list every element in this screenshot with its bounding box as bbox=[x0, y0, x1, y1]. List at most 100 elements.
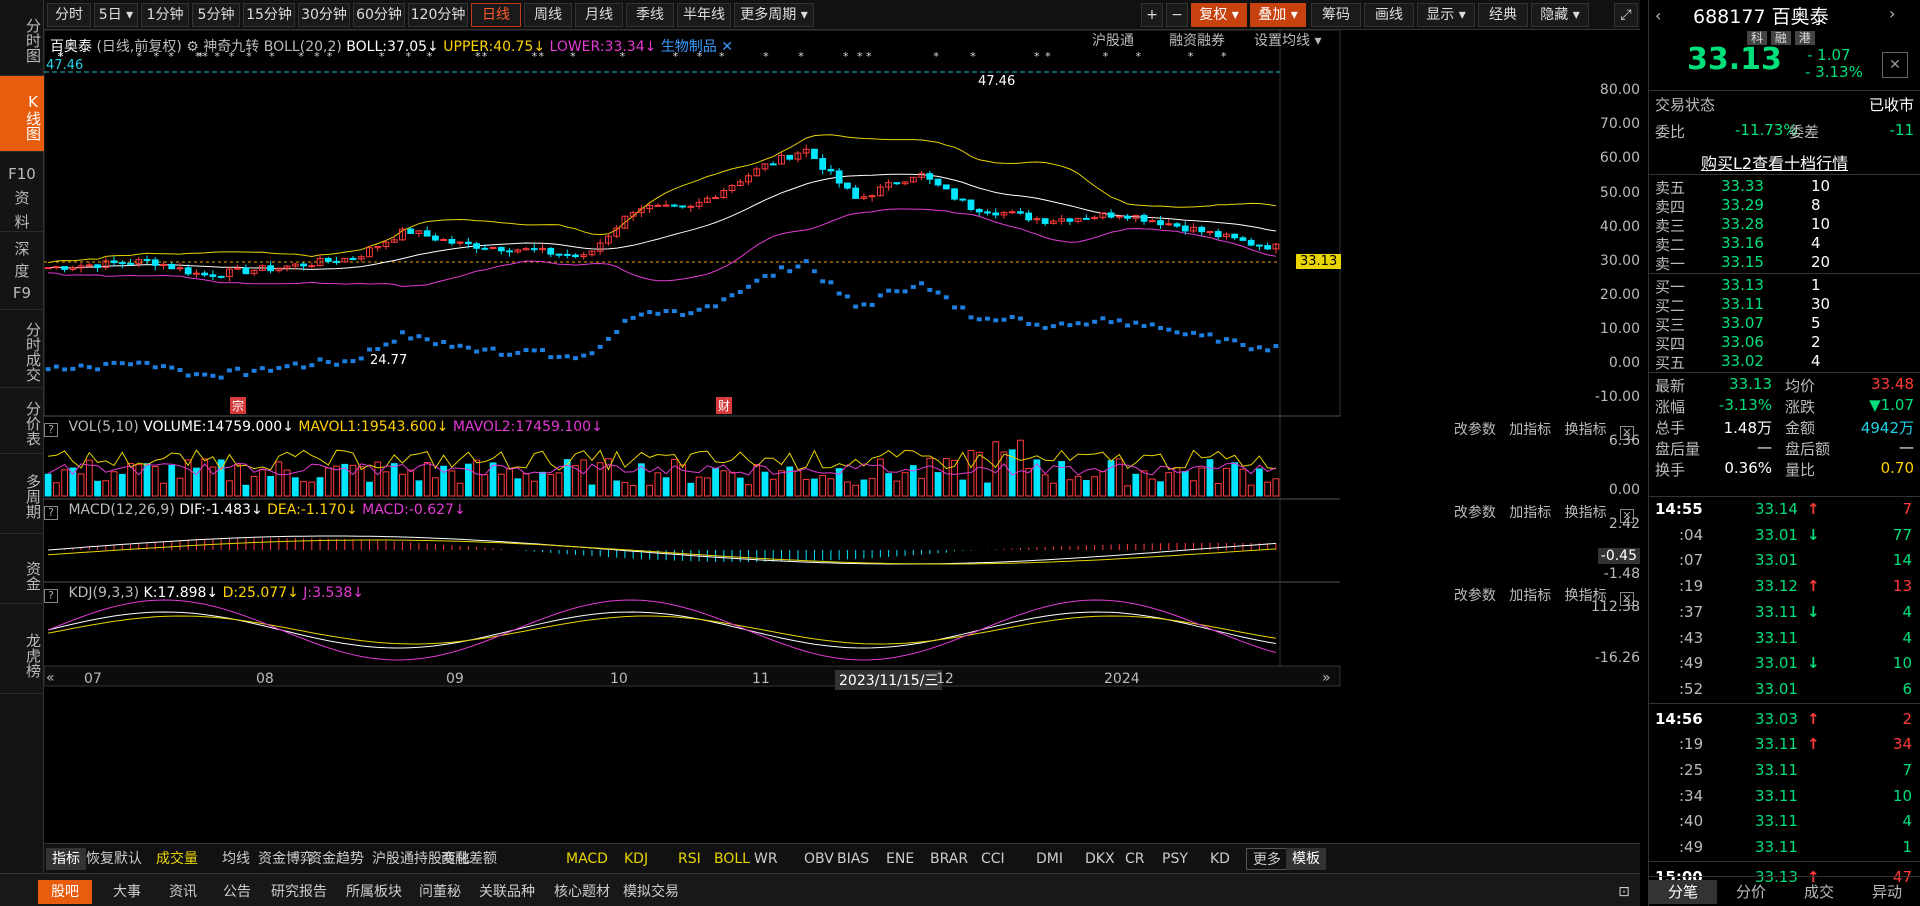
margin-link[interactable]: 融资融券 bbox=[1169, 30, 1225, 50]
bottom-tab[interactable]: 公告 bbox=[214, 880, 260, 904]
macd-edit-params[interactable]: 改参数 bbox=[1454, 505, 1496, 521]
indicator-tab[interactable]: 均线 bbox=[222, 848, 250, 870]
indicator-tab[interactable]: ENE bbox=[886, 848, 914, 870]
indicator-tab[interactable]: MACD bbox=[566, 848, 608, 870]
period-60min[interactable]: 60分钟 bbox=[353, 3, 405, 27]
indicator-tab[interactable]: OBV bbox=[804, 848, 834, 870]
indicator-tab[interactable]: BRAR bbox=[930, 848, 968, 870]
macd-change-indicator[interactable]: 换指标 bbox=[1565, 505, 1607, 521]
period-15min[interactable]: 15分钟 bbox=[243, 3, 295, 27]
kdj-add-indicator[interactable]: 加指标 bbox=[1509, 588, 1551, 604]
display-button[interactable]: 显示 ▾ bbox=[1417, 3, 1475, 27]
bottom-tab[interactable]: 关联品种 bbox=[470, 880, 544, 904]
tool-label[interactable]: 神奇九转 bbox=[203, 39, 259, 55]
period-more[interactable]: 更多周期 ▾ bbox=[734, 3, 814, 27]
indicator-tab[interactable]: BIAS bbox=[837, 848, 869, 870]
vol-edit-params[interactable]: 改参数 bbox=[1454, 422, 1496, 438]
nav-dragon-tiger[interactable]: 龙虎榜 bbox=[0, 604, 44, 694]
period-weekly[interactable]: 周线 bbox=[524, 3, 572, 27]
bottom-tab[interactable]: 研究报告 bbox=[262, 880, 336, 904]
help-icon[interactable]: ? bbox=[44, 423, 58, 437]
period-monthly[interactable]: 月线 bbox=[575, 3, 623, 27]
help-icon[interactable]: ? bbox=[44, 506, 58, 520]
zoom-out-button[interactable]: − bbox=[1166, 3, 1188, 27]
period-halfyear[interactable]: 半年线 bbox=[677, 3, 731, 27]
indicator-tab[interactable]: RSI bbox=[678, 848, 701, 870]
indicator-tab[interactable]: KD bbox=[1210, 848, 1230, 870]
nav-f10[interactable]: F10 资料 bbox=[0, 152, 44, 232]
event-badge-finance[interactable]: 财 bbox=[716, 397, 733, 414]
scroll-right-icon[interactable]: » bbox=[1322, 670, 1331, 686]
vol-add-indicator[interactable]: 加指标 bbox=[1509, 422, 1551, 438]
bottom-tab[interactable]: 所属板块 bbox=[338, 880, 410, 904]
macd-title[interactable]: MACD(12,26,9) bbox=[68, 502, 174, 518]
vol-change-indicator[interactable]: 换指标 bbox=[1565, 422, 1607, 438]
period-daily[interactable]: 日线 bbox=[471, 3, 521, 27]
nav-price-dist[interactable]: 分价表 bbox=[0, 388, 44, 454]
draw-button[interactable]: 画线 bbox=[1364, 3, 1414, 27]
overlay-button[interactable]: 叠加 ▾ bbox=[1250, 3, 1306, 27]
bottom-tab[interactable]: 资讯 bbox=[156, 880, 210, 904]
indicator-tab[interactable]: 成交量 bbox=[156, 848, 198, 870]
fullscreen-icon[interactable]: ⤢ bbox=[1614, 3, 1638, 27]
bottom-tab[interactable]: 问董秘 bbox=[412, 880, 468, 904]
bottom-tab[interactable]: 股吧 bbox=[38, 880, 92, 904]
indicator-tab[interactable]: WR bbox=[754, 848, 778, 870]
indicator-tab[interactable]: 资金趋势 bbox=[308, 848, 364, 870]
forward-icon[interactable]: › bbox=[1889, 4, 1895, 23]
period-5min[interactable]: 5分钟 bbox=[192, 3, 240, 27]
kdj-title[interactable]: KDJ(9,3,3) bbox=[68, 585, 139, 601]
settings-gear-icon[interactable]: ⚙ bbox=[186, 39, 199, 55]
bottom-tab[interactable]: 核心题材 bbox=[546, 880, 618, 904]
chips-button[interactable]: 筹码 bbox=[1311, 3, 1361, 27]
boll-label[interactable]: BOLL(20,2) bbox=[264, 39, 342, 55]
right-tab[interactable]: 成交 bbox=[1785, 880, 1853, 904]
period-timeshare[interactable]: 分时 bbox=[47, 3, 91, 27]
nav-multi-period[interactable]: 多周期 bbox=[0, 454, 44, 534]
event-badge-block[interactable]: 宗 bbox=[230, 397, 247, 414]
indicator-tab[interactable]: 指标 bbox=[46, 848, 86, 870]
nav-depth[interactable]: 深度 F9 bbox=[0, 232, 44, 310]
nav-trades[interactable]: 分时成交 bbox=[0, 310, 44, 388]
nav-kline[interactable]: K线图 bbox=[0, 76, 44, 152]
adjust-button[interactable]: 复权 ▾ bbox=[1191, 3, 1247, 27]
indicator-tab[interactable]: DMI bbox=[1036, 848, 1063, 870]
sector-link[interactable]: 生物制品 ✕ bbox=[661, 39, 733, 55]
kdj-edit-params[interactable]: 改参数 bbox=[1454, 588, 1496, 604]
indicator-tab[interactable]: PSY bbox=[1162, 848, 1188, 870]
period-30min[interactable]: 30分钟 bbox=[298, 3, 350, 27]
expand-icon[interactable]: ⊡ bbox=[1612, 880, 1636, 904]
zoom-in-button[interactable]: + bbox=[1141, 3, 1163, 27]
indicator-tab[interactable]: DKX bbox=[1085, 848, 1115, 870]
indicator-tab[interactable]: CR bbox=[1125, 848, 1145, 870]
indicator-tab[interactable]: BOLL bbox=[714, 848, 750, 870]
period-quarterly[interactable]: 季线 bbox=[626, 3, 674, 27]
add-watch-icon[interactable]: ✕ bbox=[1882, 52, 1908, 78]
back-icon[interactable]: ‹ bbox=[1655, 6, 1661, 25]
right-tab[interactable]: 分笔 bbox=[1649, 880, 1717, 904]
vol-title[interactable]: VOL(5,10) bbox=[68, 419, 138, 435]
set-ma-link[interactable]: 设置均线 ▾ bbox=[1254, 30, 1321, 50]
bottom-tab[interactable]: 大事 bbox=[100, 880, 154, 904]
indicator-tab[interactable]: 资金博弈 bbox=[258, 848, 314, 870]
period-5day[interactable]: 5日 ▾ bbox=[94, 3, 138, 27]
nav-funds[interactable]: 资金 bbox=[0, 534, 44, 604]
nav-timeshare[interactable]: 分时图 bbox=[0, 0, 44, 76]
scroll-left-icon[interactable]: « bbox=[46, 670, 55, 686]
indicator-tab[interactable]: CCI bbox=[981, 848, 1005, 870]
classic-button[interactable]: 经典 bbox=[1478, 3, 1528, 27]
indicator-tab[interactable]: 两融差额 bbox=[441, 848, 497, 870]
indicator-tab[interactable]: 恢复默认 bbox=[86, 848, 142, 870]
macd-add-indicator[interactable]: 加指标 bbox=[1509, 505, 1551, 521]
indicator-tab[interactable]: 模板 bbox=[1286, 848, 1326, 870]
right-tab[interactable]: 异动 bbox=[1853, 880, 1920, 904]
indicator-tab[interactable]: 更多 bbox=[1246, 848, 1288, 870]
l2-link[interactable]: 购买L2查看十档行情 bbox=[1701, 150, 1848, 174]
indicator-tab[interactable]: KDJ bbox=[624, 848, 648, 870]
hide-button[interactable]: 隐藏 ▾ bbox=[1531, 3, 1589, 27]
period-1min[interactable]: 1分钟 bbox=[141, 3, 189, 27]
hk-connect-link[interactable]: 沪股通 bbox=[1092, 30, 1134, 50]
bottom-tab[interactable]: 模拟交易 bbox=[620, 880, 682, 904]
period-120min[interactable]: 120分钟 bbox=[408, 3, 468, 27]
help-icon[interactable]: ? bbox=[44, 589, 58, 603]
